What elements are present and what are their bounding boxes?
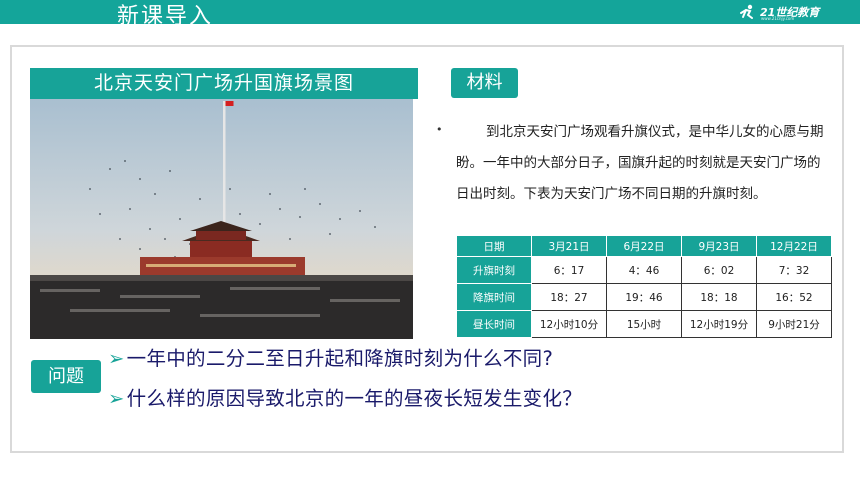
table-cell: 4：46 bbox=[606, 256, 682, 284]
header-bar: 新课导入 21世纪教育 www.21cnjy.com bbox=[0, 0, 860, 24]
material-tag: 材料 bbox=[451, 68, 518, 98]
runner-logo-icon bbox=[740, 4, 753, 19]
image-title: 北京天安门广场升国旗场景图 bbox=[30, 68, 418, 99]
table-cell: 16：52 bbox=[756, 283, 832, 311]
table-cell: 18：27 bbox=[531, 283, 607, 311]
question-1: ➢ 一年中的二分二至日升起和降旗时刻为什么不同? bbox=[108, 342, 553, 371]
table-cell: 18：18 bbox=[681, 283, 757, 311]
flag-time-table: 日期 3月21日 6月22日 9月23日 12月22日 升旗时刻 6：17 4：… bbox=[456, 235, 832, 338]
table-cell: 19：46 bbox=[606, 283, 682, 311]
table-cell: 7：32 bbox=[756, 256, 832, 284]
table-header-cell: 6月22日 bbox=[606, 235, 682, 257]
table-header-cell: 12月22日 bbox=[756, 235, 832, 257]
arrow-bullet-icon: ➢ bbox=[108, 347, 125, 370]
table-row: 升旗时刻 6：17 4：46 6：02 7：32 bbox=[456, 256, 832, 284]
question-2-text: 什么样的原因导致北京的一年的昼夜长短发生变化？ bbox=[126, 387, 583, 410]
logo-url: www.21cnjy.com bbox=[761, 16, 795, 21]
question-2: ➢ 什么样的原因导致北京的一年的昼夜长短发生变化？ bbox=[108, 382, 582, 411]
table-cell: 12小时19分 bbox=[681, 310, 757, 338]
row-label: 升旗时刻 bbox=[456, 256, 532, 284]
bullet-icon: • bbox=[436, 123, 443, 136]
table-header-cell: 9月23日 bbox=[681, 235, 757, 257]
section-title: 新课导入 bbox=[117, 4, 214, 24]
table-row: 昼长时间 12小时10分 15小时 12小时19分 9小时21分 bbox=[456, 310, 832, 338]
table-header-row: 日期 3月21日 6月22日 9月23日 12月22日 bbox=[456, 235, 832, 257]
flag-raising-photo bbox=[30, 99, 413, 339]
table-header-cell: 3月21日 bbox=[531, 235, 607, 257]
question-1-text: 一年中的二分二至日升起和降旗时刻为什么不同? bbox=[126, 347, 554, 370]
table-cell: 6：17 bbox=[531, 256, 607, 284]
row-label: 昼长时间 bbox=[456, 310, 532, 338]
table-row: 降旗时间 18：27 19：46 18：18 16：52 bbox=[456, 283, 832, 311]
brand-logo: 21世纪教育 www.21cnjy.com bbox=[738, 4, 819, 21]
arrow-bullet-icon: ➢ bbox=[108, 387, 125, 410]
material-paragraph: 到北京天安门广场观看升旗仪式，是中华儿女的心愿与期盼。一年中的大部分日子，国旗升… bbox=[456, 124, 824, 202]
row-label: 降旗时间 bbox=[456, 283, 532, 311]
table-cell: 9小时21分 bbox=[756, 310, 832, 338]
table-cell: 12小时10分 bbox=[531, 310, 607, 338]
table-header-cell: 日期 bbox=[456, 235, 532, 257]
table-cell: 15小时 bbox=[606, 310, 682, 338]
question-tag: 问题 bbox=[31, 360, 101, 393]
table-cell: 6：02 bbox=[681, 256, 757, 284]
